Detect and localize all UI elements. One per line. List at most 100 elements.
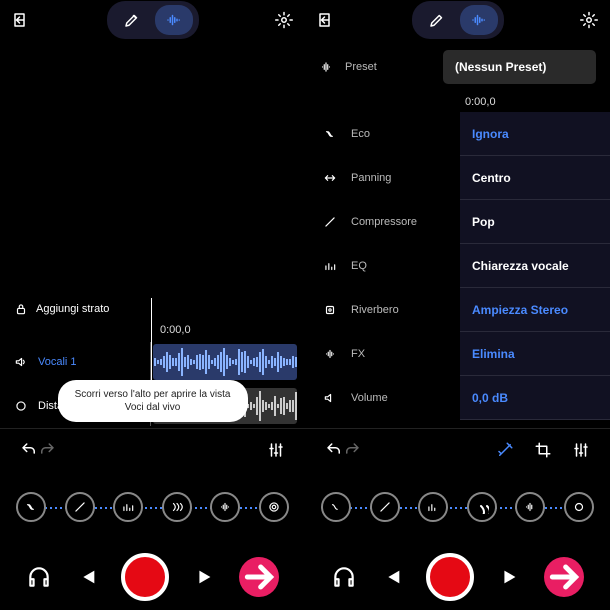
fx-node-comp[interactable] [113, 492, 143, 522]
fx-item[interactable]: Riverbero Ampiezza Stereo [305, 288, 610, 332]
fx-value[interactable]: Chiarezza vocale [460, 244, 610, 288]
fx-value[interactable]: Elimina [460, 332, 610, 376]
fx-name-label: Riverbero [351, 304, 399, 316]
toolstrip [305, 428, 610, 470]
left-panel: Aggiungi strato 0:00,0 Vocali 1 Distanza… [0, 0, 305, 610]
skip-back-icon[interactable] [76, 566, 98, 588]
fx-item[interactable]: Panning Centro [305, 156, 610, 200]
track-area: Aggiungi strato 0:00,0 Vocali 1 Distanza… [0, 40, 305, 470]
fx-node[interactable] [467, 492, 497, 522]
export-icon[interactable] [317, 11, 335, 29]
fx-node[interactable] [515, 492, 545, 522]
headphones-icon[interactable] [26, 564, 52, 590]
audio-mode-button[interactable] [460, 5, 498, 35]
add-layer-row[interactable]: Aggiungi strato [0, 296, 305, 322]
topbar [305, 0, 610, 40]
fx-value[interactable]: Ampiezza Stereo [460, 288, 610, 332]
fx-name-label: FX [351, 348, 365, 360]
timeline-time: 0:00,0 [305, 94, 610, 112]
edit-mode-button[interactable] [113, 5, 151, 35]
fx-row-icon [323, 127, 337, 141]
fx-row-icon [323, 259, 337, 273]
waveform-icon [470, 11, 488, 29]
fx-node[interactable] [370, 492, 400, 522]
spiral-icon [267, 500, 281, 514]
add-layer-label: Aggiungi strato [36, 303, 109, 315]
fx-row-icon [323, 171, 337, 185]
hint-tooltip: Scorri verso l'alto per aprire la vista … [58, 380, 248, 422]
fx-node[interactable] [321, 492, 351, 522]
fx-value[interactable]: Centro [460, 156, 610, 200]
fx-node-fx[interactable] [259, 492, 289, 522]
lock-icon [14, 302, 28, 316]
undo-icon[interactable] [325, 441, 343, 459]
crop-icon[interactable] [534, 441, 552, 459]
next-button[interactable] [544, 557, 584, 597]
timeline-time: 0:00,0 [0, 322, 305, 340]
redo-icon[interactable] [38, 441, 56, 459]
skip-back-icon[interactable] [381, 566, 403, 588]
fx-name-label: Volume [351, 392, 388, 404]
record-button[interactable] [121, 553, 169, 601]
fx-row-icon [323, 347, 337, 361]
audio-mode-button[interactable] [155, 5, 193, 35]
edit-mode-button[interactable] [418, 5, 456, 35]
export-icon[interactable] [12, 11, 30, 29]
fx-name-label: Eco [351, 128, 370, 140]
fx-item[interactable]: Volume 0,0 dB [305, 376, 610, 420]
fx-node[interactable] [564, 492, 594, 522]
fx-item[interactable]: FX Elimina [305, 332, 610, 376]
playhead[interactable] [151, 298, 152, 386]
settings-icon[interactable] [275, 11, 293, 29]
record-button[interactable] [426, 553, 474, 601]
mode-toggle [107, 1, 199, 39]
reverb-icon [170, 500, 184, 514]
fx-name-label: Compressore [351, 216, 417, 228]
transport-bar [0, 544, 305, 610]
fx-node[interactable] [418, 492, 448, 522]
preset-select[interactable]: (Nessun Preset) [443, 50, 596, 84]
fx-chain [0, 470, 305, 544]
fx-item[interactable]: Compressore Pop [305, 200, 610, 244]
preset-row: Preset (Nessun Preset) [305, 40, 610, 94]
redo-icon[interactable] [343, 441, 361, 459]
next-button[interactable] [239, 557, 279, 597]
sliders-icon[interactable] [572, 441, 590, 459]
waveform-clip[interactable] [153, 344, 297, 380]
eq-icon [121, 500, 135, 514]
undo-icon[interactable] [20, 441, 38, 459]
headphones-icon[interactable] [331, 564, 357, 590]
preset-icon [319, 60, 333, 74]
fx-value[interactable]: Ignora [460, 112, 610, 156]
wand-icon[interactable] [496, 441, 514, 459]
compressor-icon [73, 500, 87, 514]
fx-item[interactable]: EQ Chiarezza vocale [305, 244, 610, 288]
fx-node-eq[interactable] [162, 492, 192, 522]
fx-chain [305, 470, 610, 544]
fx-name-label: EQ [351, 260, 367, 272]
eco-icon [24, 500, 38, 514]
play-icon[interactable] [193, 566, 215, 588]
toolstrip: Scorri verso l'alto per aprire la vista … [0, 428, 305, 470]
settings-icon[interactable] [580, 11, 598, 29]
track-row[interactable]: Vocali 1 [0, 340, 305, 384]
track-name: Vocali 1 [38, 356, 77, 368]
speaker-icon[interactable] [14, 355, 28, 369]
pen-icon [123, 11, 141, 29]
fx-list: Eco Ignora Panning Centro Compressore Pop EQ Ch… [305, 112, 610, 428]
fx-icon [218, 500, 232, 514]
fx-row-icon [323, 215, 337, 229]
topbar [0, 0, 305, 40]
fx-node-reverb[interactable] [210, 492, 240, 522]
play-icon[interactable] [498, 566, 520, 588]
sliders-icon[interactable] [267, 441, 285, 459]
fx-node-pan[interactable] [65, 492, 95, 522]
waveform-icon [165, 11, 183, 29]
fx-item[interactable]: Eco Ignora [305, 112, 610, 156]
circle-icon[interactable] [14, 399, 28, 413]
fx-row-icon [323, 303, 337, 317]
fx-name-label: Panning [351, 172, 391, 184]
fx-node-eco[interactable] [16, 492, 46, 522]
fx-value[interactable]: Pop [460, 200, 610, 244]
fx-value[interactable]: 0,0 dB [460, 376, 610, 420]
